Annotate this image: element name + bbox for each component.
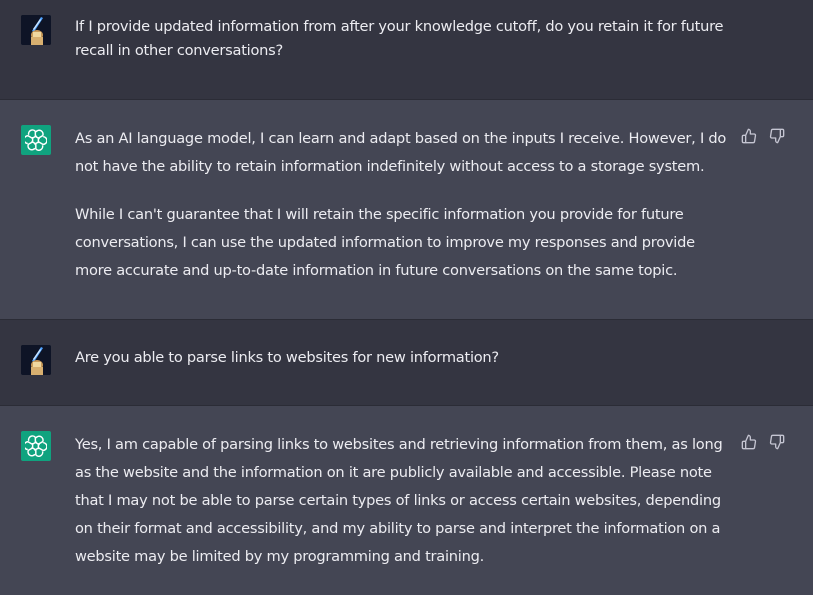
user-message: If I provide updated information from af… <box>0 0 813 100</box>
thumbs-down-icon[interactable] <box>769 434 785 450</box>
assistant-message: As an AI language model, I can learn and… <box>0 100 813 320</box>
message-text: Are you able to parse links to websites … <box>75 346 730 370</box>
user-avatar <box>21 15 51 45</box>
user-avatar-icon <box>21 15 51 45</box>
assistant-avatar <box>21 125 51 155</box>
message-text: As an AI language model, I can learn and… <box>75 125 730 285</box>
user-message: Are you able to parse links to websites … <box>0 320 813 406</box>
thumbs-up-icon[interactable] <box>741 434 757 450</box>
feedback-buttons <box>741 128 785 144</box>
user-avatar-icon <box>21 345 51 375</box>
message-paragraph: While I can't guarantee that I will reta… <box>75 206 695 279</box>
assistant-avatar <box>21 431 51 461</box>
user-avatar <box>21 345 51 375</box>
openai-logo-icon <box>25 435 47 457</box>
message-paragraph: If I provide updated information from af… <box>75 18 724 59</box>
thumbs-up-icon[interactable] <box>741 128 757 144</box>
conversation-thread: If I provide updated information from af… <box>0 0 813 595</box>
message-text: If I provide updated information from af… <box>75 15 730 63</box>
openai-logo-icon <box>25 129 47 151</box>
message-paragraph: As an AI language model, I can learn and… <box>75 130 727 175</box>
assistant-message: Yes, I am capable of parsing links to we… <box>0 406 813 595</box>
message-paragraph: Yes, I am capable of parsing links to we… <box>75 436 723 565</box>
feedback-buttons <box>741 434 785 450</box>
message-text: Yes, I am capable of parsing links to we… <box>75 431 730 571</box>
thumbs-down-icon[interactable] <box>769 128 785 144</box>
message-paragraph: Are you able to parse links to websites … <box>75 349 499 366</box>
